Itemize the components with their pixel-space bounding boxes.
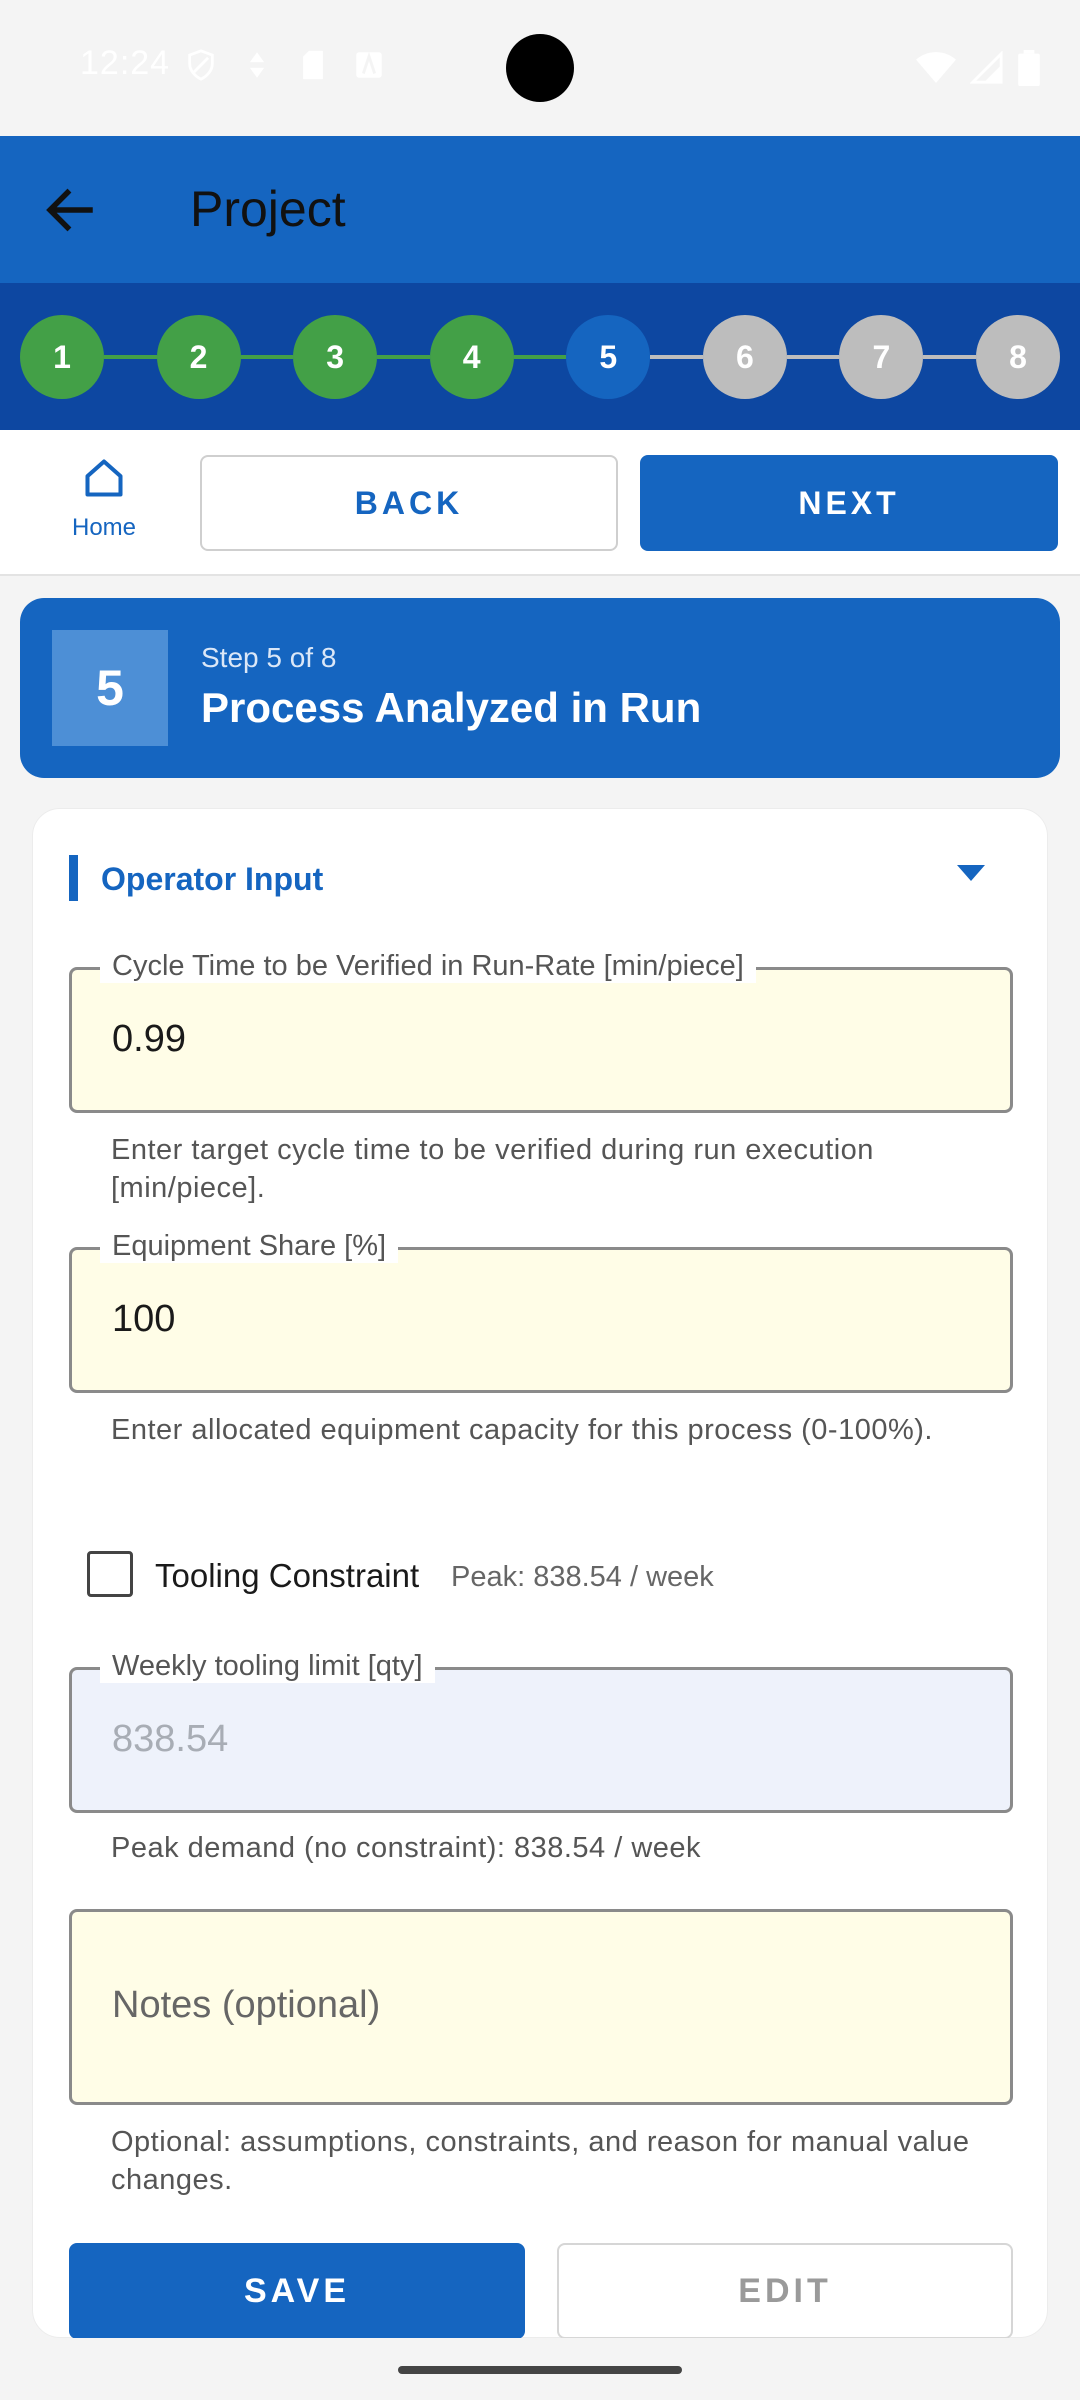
stepper-connector xyxy=(786,355,840,359)
cycle-time-helper: Enter target cycle time to be verified d… xyxy=(111,1134,874,1204)
tooling-constraint-checkbox[interactable] xyxy=(87,1551,133,1597)
arrow-left-icon[interactable] xyxy=(40,180,100,240)
step-dot-8[interactable]: 8 xyxy=(976,315,1060,399)
stepper-connector xyxy=(650,355,703,359)
caret-down-icon[interactable] xyxy=(957,865,985,881)
home-label: Home xyxy=(71,514,137,541)
step-dot-5[interactable]: 5 xyxy=(566,315,651,399)
tooling-constraint-row: Tooling Constraint Peak: 838.54 / week xyxy=(87,1549,987,1599)
step-dot-7[interactable]: 7 xyxy=(839,315,924,399)
form-card: Operator Input Cycle Time to be Verified… xyxy=(32,808,1048,2339)
step-number-badge: 5 xyxy=(52,630,168,746)
equipment-share-label: Equipment Share [%] xyxy=(100,1230,399,1263)
equipment-share-field[interactable]: Equipment Share [%] 100 xyxy=(69,1230,1013,1393)
tooling-peak-note: Peak: 838.54 / week xyxy=(451,1561,714,1593)
cycle-time-label: Cycle Time to be Verified in Run-Rate [m… xyxy=(100,950,756,983)
gesture-nav-handle[interactable] xyxy=(398,2366,682,2374)
notes-placeholder[interactable]: Notes (optional) xyxy=(112,1984,380,2027)
signal-icon xyxy=(970,51,1003,84)
next-button[interactable]: NEXT xyxy=(640,455,1058,551)
front-camera xyxy=(506,34,574,102)
wifi-icon xyxy=(916,52,956,83)
notes-helper: Optional: assumptions, constraints, and … xyxy=(111,2126,970,2196)
status-right-icons xyxy=(916,50,1040,86)
step-dot-3[interactable]: 3 xyxy=(293,315,378,399)
step-subtitle: Step 5 of 8 xyxy=(201,642,337,673)
tooling-constraint-label[interactable]: Tooling Constraint xyxy=(155,1557,419,1595)
app-bar: Project xyxy=(0,136,1080,283)
weekly-limit-field[interactable]: Weekly tooling limit [qty] 838.54 xyxy=(69,1650,1013,1813)
step-dot-2[interactable]: 2 xyxy=(156,315,241,399)
stepper-connector xyxy=(513,355,567,359)
home-button[interactable]: Home xyxy=(54,456,154,556)
back-button[interactable]: BACK xyxy=(200,455,618,551)
notes-field[interactable]: Notes (optional) xyxy=(69,1909,1013,2105)
step-header-card: 5 Step 5 of 8 Process Analyzed in Run xyxy=(20,598,1060,778)
cycle-time-field[interactable]: Cycle Time to be Verified in Run-Rate [m… xyxy=(69,950,1013,1113)
equipment-share-helper: Enter allocated equipment capacity for t… xyxy=(111,1414,933,1446)
weekly-limit-placeholder[interactable]: 838.54 xyxy=(112,1718,228,1761)
shield-icon xyxy=(188,49,214,81)
step-dot-4[interactable]: 4 xyxy=(429,315,514,399)
stepper-connector xyxy=(104,355,157,359)
progress-stepper: 12345678 xyxy=(0,283,1080,430)
status-left-icons xyxy=(184,48,386,82)
weekly-limit-helper: Peak demand (no constraint): 838.54 / we… xyxy=(111,1832,702,1864)
stepper-connector xyxy=(923,355,976,359)
step-title: Process Analyzed in Run xyxy=(201,684,702,731)
status-time: 12:24 xyxy=(80,44,171,82)
section-header-operator-input[interactable]: Operator Input xyxy=(69,855,1013,901)
stepper-connector xyxy=(240,355,294,359)
nav-row: Home BACK NEXT xyxy=(0,430,1080,576)
step-dot-6[interactable]: 6 xyxy=(702,315,787,399)
section-accent-bar xyxy=(69,855,78,901)
home-icon xyxy=(85,459,123,497)
app-title: Project xyxy=(190,181,346,237)
step-dot-1[interactable]: 1 xyxy=(20,315,104,399)
save-button[interactable]: SAVE xyxy=(69,2243,525,2339)
font-icon xyxy=(356,52,382,78)
equipment-share-value[interactable]: 100 xyxy=(112,1298,175,1341)
sd-card-icon xyxy=(303,50,323,80)
cycle-time-value[interactable]: 0.99 xyxy=(112,1018,186,1061)
edit-button[interactable]: EDIT xyxy=(557,2243,1013,2339)
data-saver-icon xyxy=(249,52,265,78)
stepper-connector xyxy=(377,355,430,359)
section-title: Operator Input xyxy=(101,861,324,897)
status-bar: 12:24 xyxy=(0,0,1080,136)
battery-icon xyxy=(1018,50,1040,86)
weekly-limit-label: Weekly tooling limit [qty] xyxy=(100,1650,435,1683)
